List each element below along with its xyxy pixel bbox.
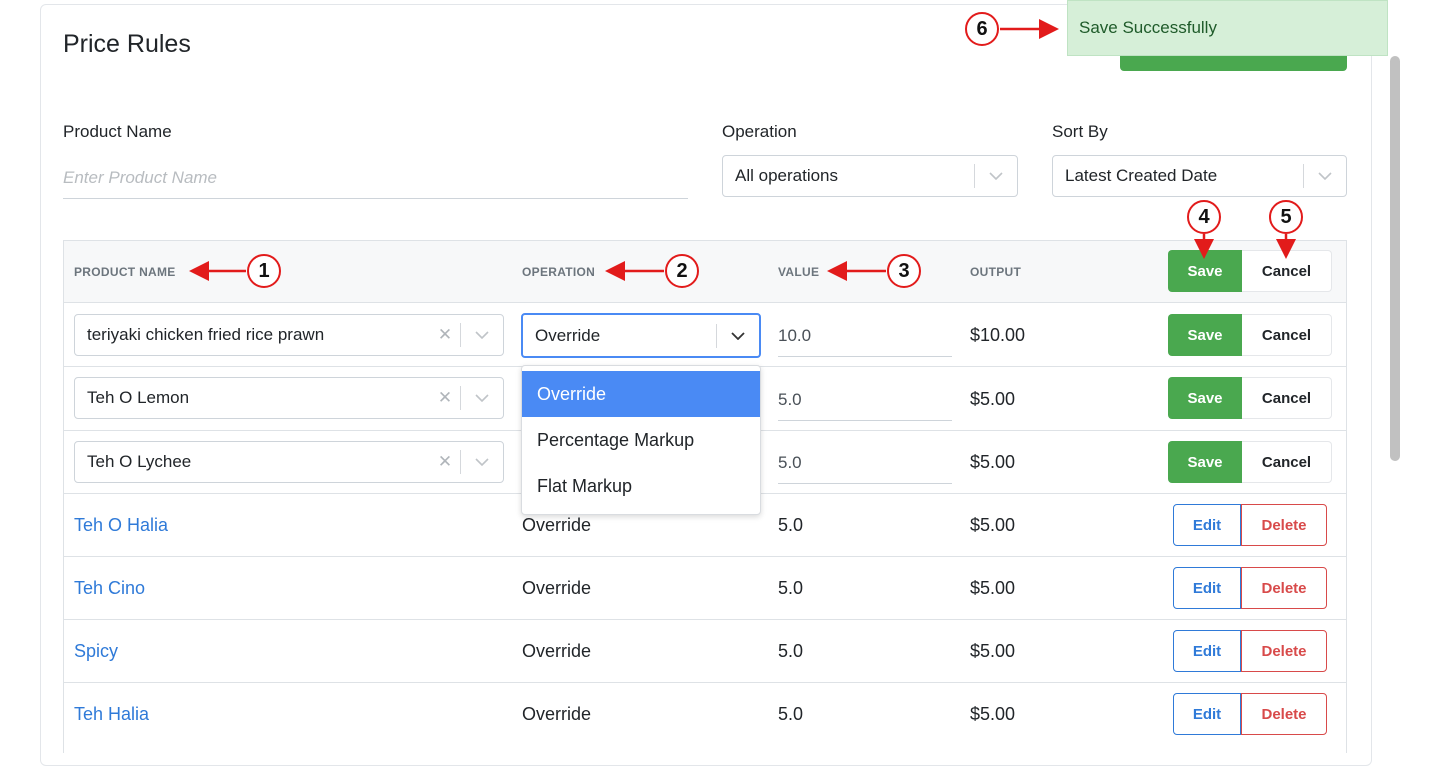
annotation-marker-4: 4: [1187, 200, 1221, 234]
annotation-arrows: [189, 19, 1296, 281]
annotation-marker-2: 2: [665, 254, 699, 288]
annotation-marker-3: 3: [887, 254, 921, 288]
annotation-marker-5: 5: [1269, 200, 1303, 234]
annotation-marker-6: 6: [965, 12, 999, 46]
annotation-marker-1: 1: [247, 254, 281, 288]
